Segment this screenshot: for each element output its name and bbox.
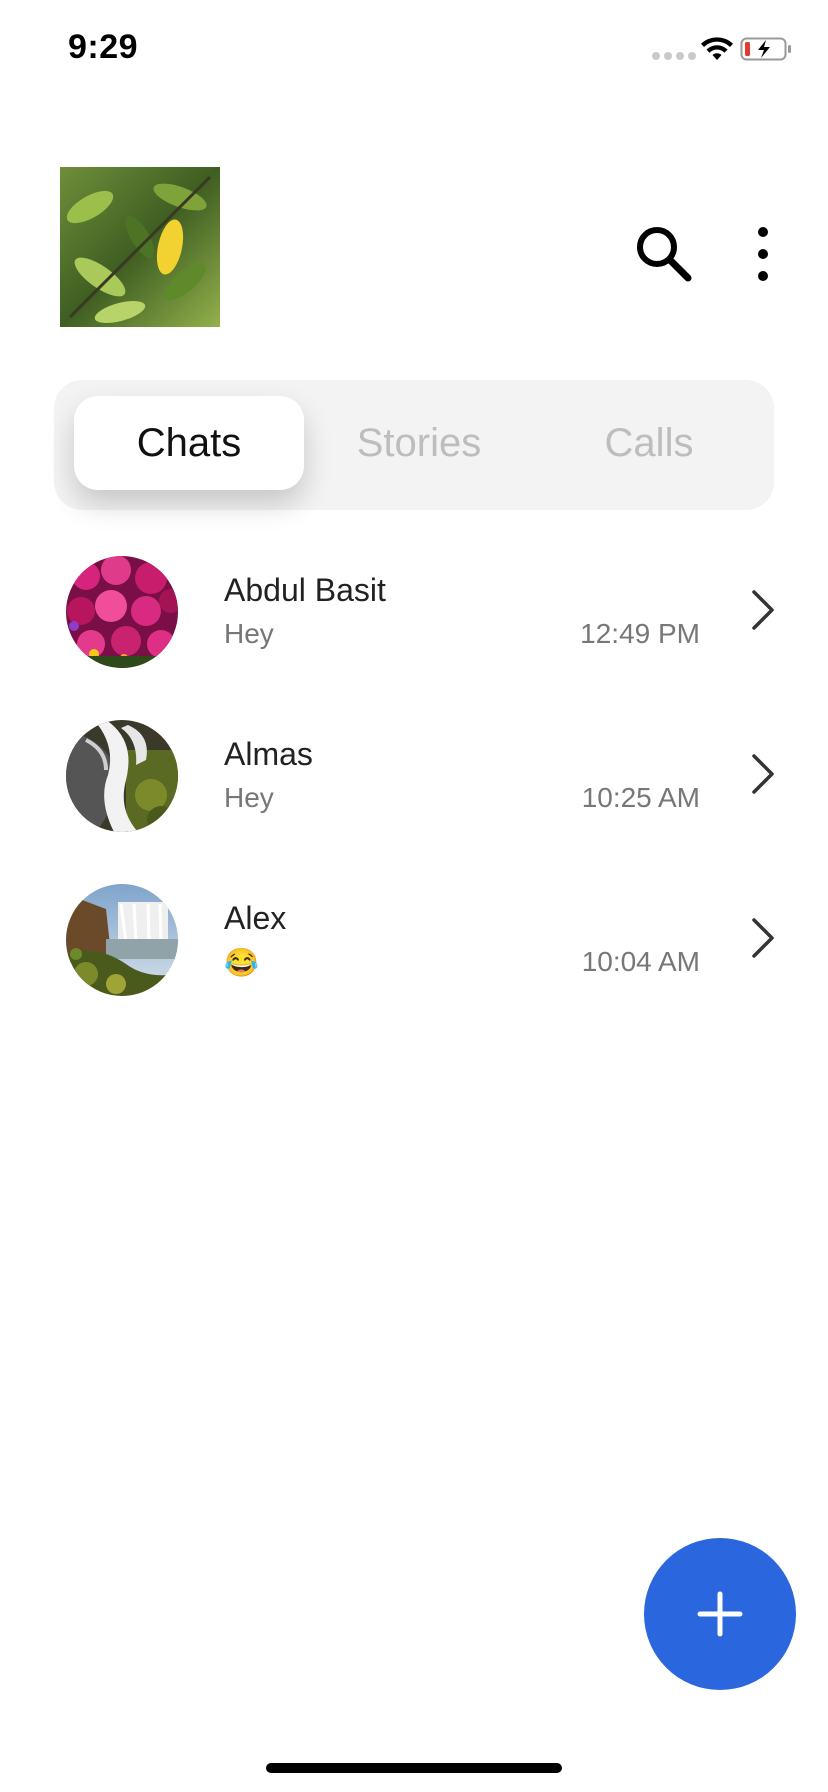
wifi-icon	[701, 37, 733, 60]
avatar	[66, 884, 178, 996]
chat-preview: 😂	[224, 947, 259, 978]
chat-row[interactable]: Alex 😂 10:04 AM	[0, 868, 828, 1032]
tab-calls[interactable]: Calls	[534, 396, 764, 490]
chat-preview: Hey	[224, 618, 274, 649]
chat-name: Abdul Basit	[224, 572, 386, 608]
chat-time: 10:25 AM	[581, 782, 700, 813]
chat-name: Alex	[224, 900, 287, 936]
chat-time: 10:04 AM	[581, 946, 700, 977]
search-icon[interactable]	[634, 224, 694, 284]
chat-row[interactable]: Abdul Basit Hey 12:49 PM	[0, 540, 828, 704]
battery-charging-icon	[740, 37, 791, 61]
chevron-right-icon	[752, 590, 774, 630]
home-indicator[interactable]	[266, 1763, 562, 1773]
chevron-right-icon	[752, 754, 774, 794]
plus-icon	[697, 1591, 743, 1637]
tab-chats[interactable]: Chats	[74, 396, 304, 490]
more-vertical-icon[interactable]	[748, 224, 778, 284]
chat-name: Almas	[224, 736, 313, 772]
chat-time: 12:49 PM	[580, 618, 700, 649]
chat-list: Abdul Basit Hey 12:49 PM Almas Hey 10:25…	[0, 540, 828, 1032]
chevron-right-icon	[752, 918, 774, 958]
status-bar: 9:29	[0, 0, 828, 100]
chat-row[interactable]: Almas Hey 10:25 AM	[0, 704, 828, 868]
tab-bar: Chats Stories Calls	[54, 380, 774, 510]
leaf-photo-image	[60, 167, 220, 327]
tab-stories[interactable]: Stories	[304, 396, 534, 490]
status-time: 9:29	[68, 28, 139, 66]
cellular-signal-icon	[652, 52, 696, 60]
chat-preview: Hey	[224, 782, 274, 813]
profile-photo[interactable]	[60, 167, 220, 327]
avatar	[66, 720, 178, 832]
new-chat-button[interactable]	[644, 1538, 796, 1690]
avatar	[66, 556, 178, 668]
